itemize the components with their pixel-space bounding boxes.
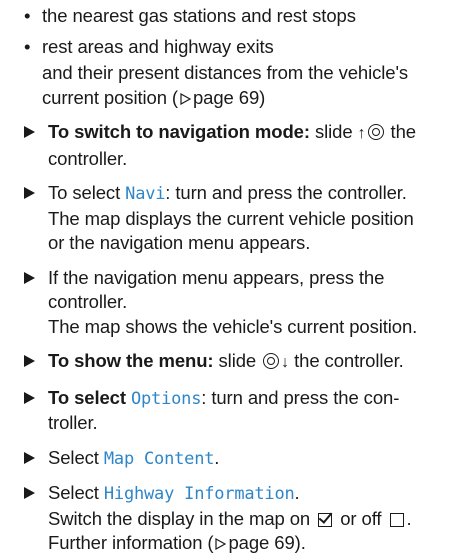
step-continuation-line: Switch the display in the map on or off … [48,507,412,529]
step-arrow-icon [24,487,35,499]
bullet-text: the nearest gas stations and rest stops [42,5,356,26]
menu-item-highway-information[interactable]: Highway Information [104,484,295,504]
slide-down-arrow-icon: ↓ [281,354,290,371]
page-reference-link[interactable]: page 69 [228,532,294,553]
checkbox-checked-icon [318,512,333,527]
controller-icon [367,123,385,141]
step-arrow-icon [24,126,35,138]
bullet-continuation-line: current position (page 69) [42,86,266,108]
step-select-map-content: Select Map Content. [24,446,451,472]
menu-item-navi[interactable]: Navi [125,184,165,204]
step-arrow-icon [24,451,35,464]
bullet-continuation-line: and their present distances from the veh… [42,62,409,83]
step-continuation-line: controller. [48,291,128,312]
manual-page: • the nearest gas stations and rest stop… [0,0,465,553]
step-arrow-icon [24,355,35,367]
step-select-highway-information: Select Highway Information. [24,481,451,507]
step-continuation-line: or the navigation menu appears. [48,232,311,253]
slide-up-arrow-icon: ↑ [357,125,366,142]
bullet-item: • rest areas and highway exits [24,35,451,60]
step-select-options: To select Options: turn and press the co… [24,386,451,412]
controller-icon [262,352,280,370]
bullet-dot: • [24,5,31,26]
step-select-navi: To select Navi: turn and press the contr… [24,181,451,207]
step-continuation-line: Further information (page 69). [48,532,306,553]
step-continuation-line: controller. [48,147,128,169]
step-continuation-line: troller. [48,412,98,433]
step-continuation-line: The map shows the vehicle's current posi… [48,315,418,337]
step-arrow-icon [24,391,35,404]
menu-item-map-content[interactable]: Map Content [104,449,215,469]
step-show-menu: To show the menu: slide ↓ the controller… [24,349,451,376]
checkbox-unchecked-icon [389,512,404,527]
page-ref-icon [215,532,227,551]
page-ref-icon [180,87,192,105]
step-arrow-icon [24,187,35,199]
step-navigation-mode: To switch to navigation mode: slide ↑ th… [24,120,451,147]
step-nav-menu-appears: If the navigation menu appears, press th… [24,266,451,291]
step-continuation-line: The map displays the current vehicle pos… [48,207,414,229]
bullet-item: • the nearest gas stations and rest stop… [24,4,451,29]
bullet-text: rest areas and highway exits [42,35,274,57]
menu-item-options[interactable]: Options [131,389,201,409]
page-reference-link[interactable]: page 69 [193,87,259,108]
step-arrow-icon [24,271,35,284]
bullet-dot: • [24,35,31,57]
